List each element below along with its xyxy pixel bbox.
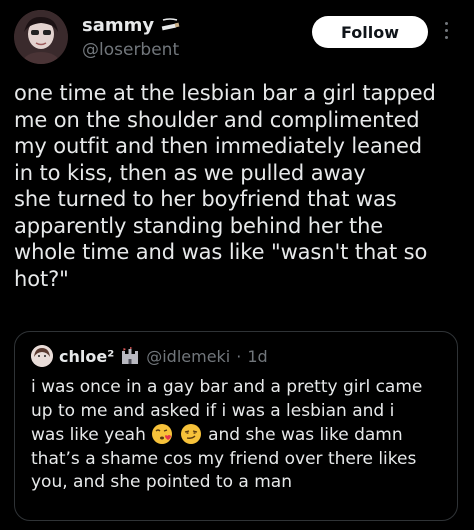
smirking-face-emoji [180,423,202,445]
tweet-text-line: apparently standing behind her the [14,213,384,238]
face-blowing-kiss-emoji [151,423,173,445]
author-name-block: sammy @loserbent [82,13,182,60]
quote-text-line: up to me and asked if i was a lesbian an… [31,400,395,421]
quote-text-line: you, and she pointed to a man [31,472,292,492]
tweet-text: one time at the lesbian bar a girl tappe… [14,80,454,292]
tweet-text-line: in to kiss, then as we pulled away [14,160,366,185]
more-options-icon[interactable] [440,22,452,46]
quote-text-segment: was like yeah [31,425,146,445]
tweet-text-line: whole time and was like "wasn't that so [14,240,428,264]
author-avatar[interactable] [14,10,68,64]
tweet-text-line: one time at the lesbian bar a girl tappe… [14,81,436,105]
tweet-header: sammy @loserbent Follow [0,0,474,78]
quote-header: chloe² @idlemeki · 1d [31,344,268,368]
castle-icon [120,347,140,365]
quote-separator: · [236,346,242,366]
quote-text-line: was like yeah and she was like damn [31,423,451,448]
tweet-text-line: my outfit and then immediately leaned [14,134,422,158]
quote-author-avatar[interactable] [31,345,53,367]
quote-timestamp[interactable]: 1d [247,347,267,366]
author-display-name[interactable]: sammy [82,15,154,36]
follow-button[interactable]: Follow [312,16,428,48]
tweet-text-line: hot?" [14,266,69,291]
tweet-text-line: she turned to her boyfriend that was [14,187,397,211]
quote-handle[interactable]: @idlemeki [146,347,230,366]
author-handle[interactable]: @loserbent [82,40,182,60]
tweet-text-line: me on the shoulder and complimented [14,107,420,132]
quote-text-segment: and she was like damn [208,425,403,445]
quote-text-line: that’s a shame cos my friend over there … [31,448,417,469]
quote-text: i was once in a gay bar and a pretty gir… [31,376,451,495]
quote-text-line: i was once in a gay bar and a pretty gir… [31,377,423,397]
cigarette-icon [160,17,182,33]
quoted-tweet-card[interactable]: chloe² @idlemeki · 1d i was once in a ga… [14,331,458,521]
quote-display-name[interactable]: chloe² [59,347,114,366]
